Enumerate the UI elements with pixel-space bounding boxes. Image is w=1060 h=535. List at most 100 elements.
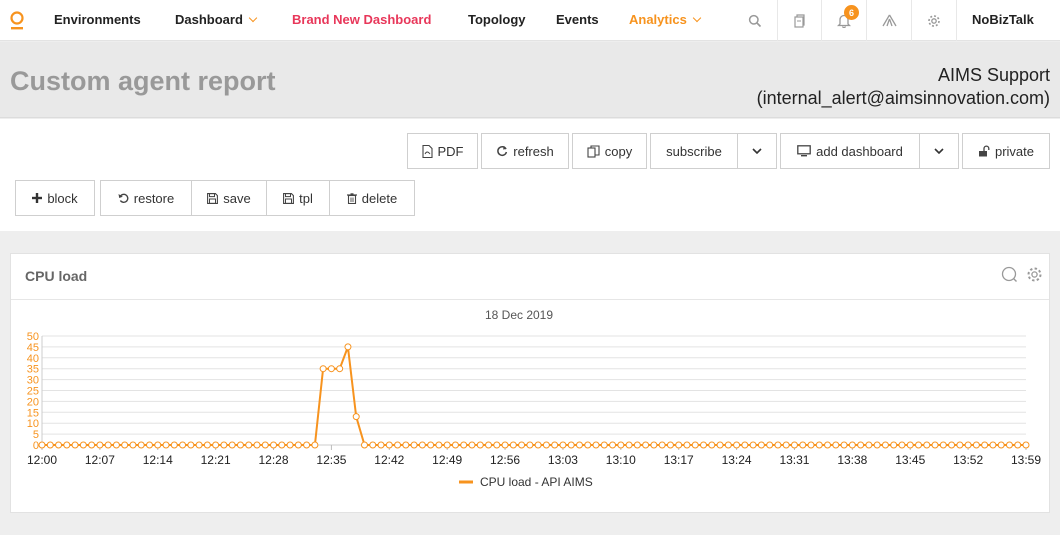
data-point — [303, 441, 311, 449]
nav-topology[interactable]: Topology — [468, 12, 526, 27]
nav-events[interactable]: Events — [556, 12, 599, 27]
data-point — [88, 441, 96, 449]
data-point — [1014, 441, 1022, 449]
data-point — [700, 441, 708, 449]
data-point — [377, 441, 385, 449]
gear-icon[interactable] — [1026, 266, 1043, 283]
data-point — [790, 441, 798, 449]
template-button[interactable]: tpl — [266, 180, 330, 216]
nav-analytics[interactable]: Analytics — [629, 12, 702, 27]
gear-icon — [928, 14, 940, 27]
data-point — [55, 441, 63, 449]
data-point — [642, 441, 650, 449]
data-point — [270, 441, 278, 449]
search-icon[interactable] — [1001, 266, 1018, 283]
data-point — [509, 441, 517, 449]
data-point — [675, 441, 683, 449]
data-point — [418, 441, 426, 449]
data-point — [832, 441, 840, 449]
private-button[interactable]: private — [962, 133, 1050, 169]
y-tick-label: 35 — [27, 364, 39, 376]
copy-button[interactable]: copy — [572, 133, 647, 169]
y-tick-label: 5 — [33, 429, 39, 441]
data-point — [236, 441, 244, 449]
save-button[interactable]: save — [191, 180, 267, 216]
data-point — [989, 441, 997, 449]
data-point — [402, 441, 410, 449]
add-dashboard-dropdown-button[interactable] — [919, 133, 959, 169]
data-point — [112, 441, 120, 449]
restore-button[interactable]: restore — [100, 180, 192, 216]
data-point — [145, 441, 153, 449]
data-point — [964, 441, 972, 449]
nav-notifications-button[interactable]: 6 — [821, 0, 866, 41]
data-point — [327, 365, 335, 373]
data-point — [749, 441, 757, 449]
x-tick-label: 12:42 — [374, 453, 404, 467]
add-dashboard-button[interactable]: add dashboard — [780, 133, 920, 169]
data-point — [890, 441, 898, 449]
x-tick-label: 12:21 — [201, 453, 231, 467]
add-block-button[interactable]: block — [15, 180, 95, 216]
data-point — [782, 441, 790, 449]
legend-label: CPU load - API AIMS — [480, 475, 593, 489]
x-tick-label: 13:31 — [779, 453, 809, 467]
data-point — [559, 441, 567, 449]
data-point — [352, 413, 360, 421]
data-point — [972, 441, 980, 449]
nav-docs-button[interactable] — [777, 0, 821, 41]
y-tick-label: 30 — [27, 375, 39, 387]
data-point — [840, 441, 848, 449]
data-point — [485, 441, 493, 449]
nav-topology-icon-button[interactable] — [866, 0, 911, 41]
data-point — [71, 441, 79, 449]
data-point — [493, 441, 501, 449]
delete-button[interactable]: delete — [329, 180, 415, 216]
data-point — [898, 441, 906, 449]
y-tick-label: 20 — [27, 396, 39, 408]
nav-settings-button[interactable] — [911, 0, 956, 41]
nav-search-button[interactable] — [732, 0, 777, 41]
x-tick-label: 13:52 — [953, 453, 983, 467]
series-line — [42, 346, 1026, 446]
chart-title: 18 Dec 2019 — [485, 308, 553, 322]
notification-count-badge: 6 — [844, 5, 859, 20]
widget-title: CPU load — [25, 268, 88, 284]
cpu-load-widget: CPU load 18 Dec 2019 0 5 10 15 20 25 30 35 40 45 50… — [10, 253, 1050, 513]
data-point — [997, 441, 1005, 449]
data-point — [1022, 441, 1030, 449]
pdf-button[interactable]: PDF — [407, 133, 478, 169]
refresh-icon — [497, 146, 508, 157]
data-point — [716, 441, 724, 449]
data-point — [857, 441, 865, 449]
nav-brand-new-dashboard[interactable]: Brand New Dashboard — [292, 12, 431, 27]
data-point — [212, 441, 220, 449]
user-menu[interactable]: NoBizTalk — [956, 0, 1060, 41]
nav-environments[interactable]: Environments — [54, 12, 141, 27]
data-point — [981, 441, 989, 449]
data-point — [666, 441, 674, 449]
data-point — [526, 441, 534, 449]
data-point — [733, 441, 741, 449]
data-point — [344, 343, 352, 351]
x-tick-label: 13:38 — [837, 453, 867, 467]
data-point — [625, 441, 633, 449]
x-tick-label: 12:00 — [27, 453, 57, 467]
data-point — [336, 365, 344, 373]
app-logo-icon[interactable] — [8, 10, 26, 32]
data-point — [815, 441, 823, 449]
x-tick-label: 12:56 — [490, 453, 520, 467]
nav-dashboard[interactable]: Dashboard — [175, 12, 258, 27]
x-tick-label: 12:49 — [432, 453, 462, 467]
chevron-down-icon — [752, 148, 762, 154]
refresh-button[interactable]: refresh — [481, 133, 569, 169]
page-title: Custom agent report — [10, 66, 276, 96]
data-point — [261, 441, 269, 449]
subscribe-button[interactable]: subscribe — [650, 133, 738, 169]
data-point — [79, 441, 87, 449]
data-point — [691, 441, 699, 449]
subscribe-dropdown-button[interactable] — [737, 133, 777, 169]
data-point — [38, 441, 46, 449]
data-point — [658, 441, 666, 449]
data-point — [187, 441, 195, 449]
